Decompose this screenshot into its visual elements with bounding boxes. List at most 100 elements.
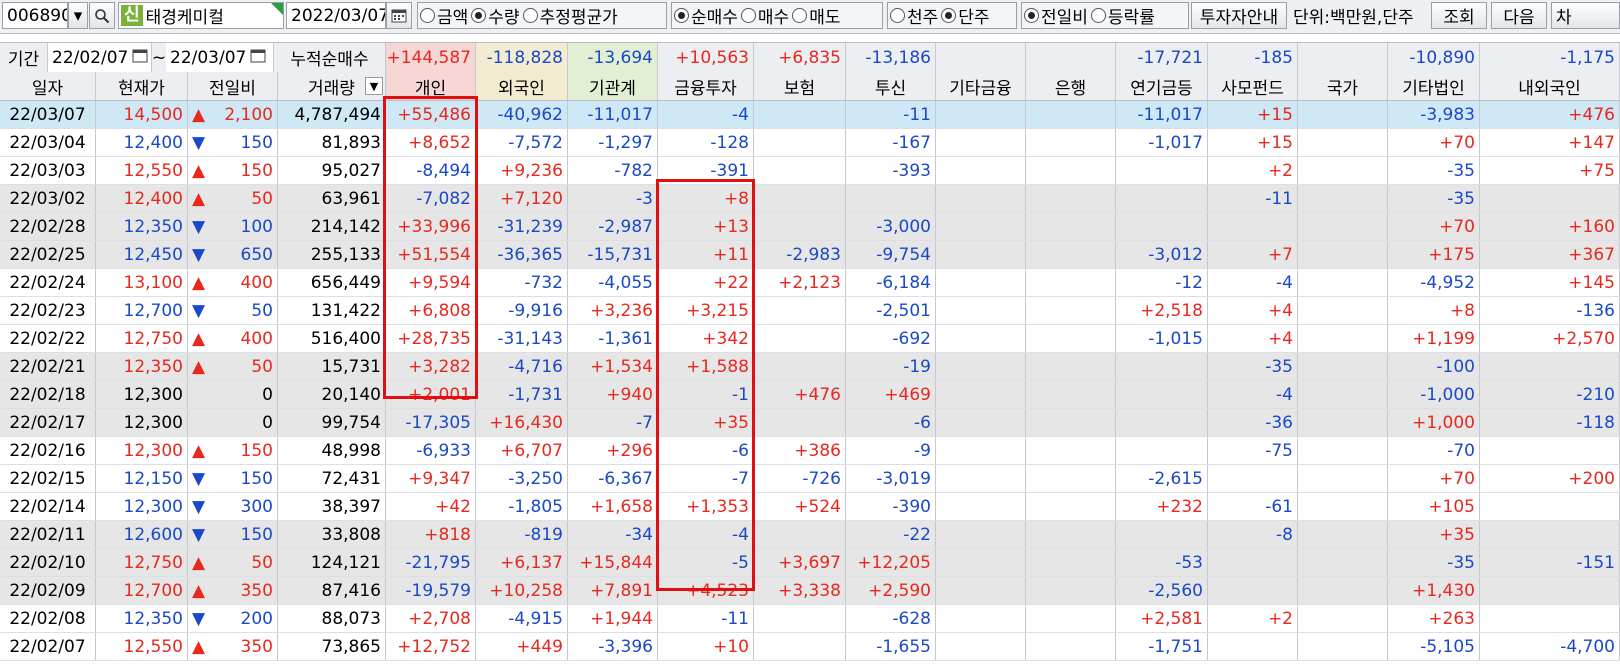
- volume-cell: 95,027: [278, 157, 386, 184]
- table-row[interactable]: 22/02/09 12,700 ▲ 350 87,416 -19,579 +10,258 +7…: [0, 577, 1620, 605]
- cumulative-bank: [1026, 43, 1116, 72]
- date-cell: 22/02/24: [0, 269, 96, 296]
- radio-single-shares[interactable]: 단주: [941, 3, 990, 28]
- table-row[interactable]: 22/02/24 13,100 ▲ 400 656,449 +9,594 -732 -4,05…: [0, 269, 1620, 297]
- investor-guide-button[interactable]: 투자자안내: [1191, 2, 1287, 29]
- period-from-input[interactable]: 22/02/07: [48, 43, 152, 72]
- calendar-icon[interactable]: [132, 48, 148, 68]
- table-row[interactable]: 22/02/22 12,750 ▲ 400 516,400 +28,735 -31,143-…: [0, 325, 1620, 353]
- column-header-foreign[interactable]: 외국인: [476, 72, 568, 100]
- column-header-private-fund[interactable]: 사모펀드: [1208, 72, 1298, 100]
- personal-cell: +51,554: [386, 241, 476, 268]
- radio-prev-day[interactable]: 전일비: [1024, 3, 1088, 28]
- column-header-other-finance[interactable]: 기타금융: [936, 72, 1026, 100]
- column-header-investment-trust[interactable]: 투신: [846, 72, 936, 100]
- column-header-nation[interactable]: 국가: [1298, 72, 1388, 100]
- date-cell: 22/02/10: [0, 549, 96, 576]
- column-header-label: 거래량: [308, 78, 355, 99]
- table-row[interactable]: 22/03/04 12,400 ▼ 150 81,893 +8,652 -7,572 -1,2…: [0, 129, 1620, 157]
- table-row[interactable]: 22/02/18 12,300 0 20,140 +2,001 -1,731 +940 -1 +…: [0, 381, 1620, 409]
- volume-cell: 88,073: [278, 605, 386, 632]
- column-header-insurance[interactable]: 보험: [754, 72, 846, 100]
- domestic-foreign-cell: +367: [1480, 241, 1620, 268]
- investment-trust-cell: -1,655: [846, 633, 936, 660]
- calendar-icon[interactable]: [250, 48, 266, 68]
- domestic-foreign-cell: [1480, 353, 1620, 380]
- column-header-current-price[interactable]: 현재가: [96, 72, 188, 100]
- radio-estimated-avg[interactable]: 추정평균가: [522, 3, 618, 28]
- table-row[interactable]: 22/02/15 12,150 ▼ 150 72,431 +9,347 -3,250 -6,3…: [0, 465, 1620, 493]
- stock-code-input[interactable]: 006890: [2, 2, 68, 29]
- other-finance-cell: [936, 521, 1026, 548]
- price-cell: 13,100: [96, 269, 188, 296]
- volume-cell: 73,865: [278, 633, 386, 660]
- table-row[interactable]: 22/02/23 12,700 ▼ 50 131,422 +6,808 -9,916 +3,2…: [0, 297, 1620, 325]
- financial-investment-cell: -391: [658, 157, 754, 184]
- domestic-foreign-cell: -151: [1480, 549, 1620, 576]
- institution-cell: -782: [568, 157, 658, 184]
- table-row[interactable]: 22/02/17 12,300 0 99,754 -17,305 +16,430 -7 +35…: [0, 409, 1620, 437]
- radio-buy[interactable]: 매수: [740, 3, 789, 28]
- table-row[interactable]: 22/03/07 14,500 ▲ 2,100 4,787,494 +55,486 -40,…: [0, 101, 1620, 129]
- table-row[interactable]: 22/03/03 12,550 ▲ 150 95,027 -8,494 +9,236 -782…: [0, 157, 1620, 185]
- stock-name-field[interactable]: 신 태경케미컬: [118, 2, 284, 29]
- table-row[interactable]: 22/02/28 12,350 ▼ 100 214,142 +33,996 -31,239-…: [0, 213, 1620, 241]
- radio-thousand-shares[interactable]: 천주: [890, 3, 938, 28]
- table-row[interactable]: 22/02/07 12,550 ▲ 350 73,865 +12,752 +449 -3,39…: [0, 633, 1620, 661]
- table-row[interactable]: 22/02/21 12,350 ▲ 50 15,731 +3,282 -4,716 +1,53…: [0, 353, 1620, 381]
- other-corp-cell: +35: [1388, 521, 1480, 548]
- chevron-down-icon[interactable]: ▾: [68, 2, 88, 29]
- up-arrow-icon: ▲: [192, 104, 206, 125]
- personal-cell: +33,996: [386, 213, 476, 240]
- calendar-icon[interactable]: [386, 2, 412, 29]
- radio-amount[interactable]: 금액: [420, 3, 468, 28]
- date-input[interactable]: 2022/03/07: [286, 2, 386, 29]
- table-row[interactable]: 22/02/11 12,600 ▼ 150 33,808 +818 -819 -34 -4 -22…: [0, 521, 1620, 549]
- radio-change-rate[interactable]: 등락률: [1090, 3, 1155, 28]
- other-corp-cell: +263: [1388, 605, 1480, 632]
- radio-quantity[interactable]: 수량: [471, 3, 520, 28]
- change-cell: ▲ 50: [188, 185, 278, 212]
- up-arrow-icon: ▲: [192, 328, 206, 349]
- nation-cell: [1298, 353, 1388, 380]
- next-button[interactable]: 다음: [1491, 2, 1547, 29]
- chart-button[interactable]: 차: [1551, 2, 1620, 29]
- pension-cell: [1116, 213, 1208, 240]
- radio-sell[interactable]: 매도: [792, 3, 840, 28]
- cumulative-domestic-foreign: -1,175: [1480, 43, 1620, 72]
- up-arrow-icon: ▲: [192, 272, 206, 293]
- table-row[interactable]: 22/02/25 12,450 ▼ 650 255,133 +51,554 -36,365-…: [0, 241, 1620, 269]
- search-icon[interactable]: [89, 2, 115, 29]
- column-header-volume[interactable]: 거래량 ▼: [278, 72, 386, 100]
- table-row[interactable]: 22/03/02 12,400 ▲ 50 63,961 -7,082 +7,120 -3 +8 -…: [0, 185, 1620, 213]
- table-row[interactable]: 22/02/10 12,750 ▲ 50 124,121 -21,795 +6,137 +15…: [0, 549, 1620, 577]
- period-to-input[interactable]: 22/03/07: [166, 43, 274, 72]
- query-button[interactable]: 조회: [1431, 2, 1487, 29]
- table-row[interactable]: 22/02/08 12,350 ▼ 200 88,073 +2,708 -4,915 +1,9…: [0, 605, 1620, 633]
- column-header-financial-investment[interactable]: 금융투자: [658, 72, 754, 100]
- institution-cell: -34: [568, 521, 658, 548]
- chevron-down-icon[interactable]: ▼: [365, 77, 383, 95]
- private-fund-cell: +15: [1208, 129, 1298, 156]
- column-header-pension[interactable]: 연기금등: [1116, 72, 1208, 100]
- radio-net-buy[interactable]: 순매수: [674, 3, 738, 28]
- column-header-domestic-foreign[interactable]: 내외국인: [1480, 72, 1620, 100]
- column-header-date[interactable]: 일자: [0, 72, 96, 100]
- investment-trust-cell: -9: [846, 437, 936, 464]
- investment-trust-cell: -167: [846, 129, 936, 156]
- financial-investment-cell: -4: [658, 101, 754, 128]
- toolbar: 006890 ▾ 신 태경케미컬 2022/03/07 금액 수량 추정평균가 …: [0, 0, 1620, 34]
- other-finance-cell: [936, 409, 1026, 436]
- column-header-other-corp[interactable]: 기타법인: [1388, 72, 1480, 100]
- column-header-label: 기관계: [589, 78, 636, 99]
- table-row[interactable]: 22/02/14 12,300 ▼ 300 38,397 +42 -1,805 +1,658 +…: [0, 493, 1620, 521]
- column-header-institution[interactable]: 기관계: [568, 72, 658, 100]
- column-header-bank[interactable]: 은행: [1026, 72, 1116, 100]
- column-header-personal[interactable]: 개인: [386, 72, 476, 100]
- stock-name: 태경케미컬: [145, 8, 224, 28]
- private-fund-cell: [1208, 633, 1298, 660]
- change-cell: ▼ 300: [188, 493, 278, 520]
- table-row[interactable]: 22/02/16 12,300 ▲ 150 48,998 -6,933 +6,707 +296…: [0, 437, 1620, 465]
- column-header-prev-day-change[interactable]: 전일비: [188, 72, 278, 100]
- compare-radio-group: 전일비 등락률: [1021, 2, 1189, 29]
